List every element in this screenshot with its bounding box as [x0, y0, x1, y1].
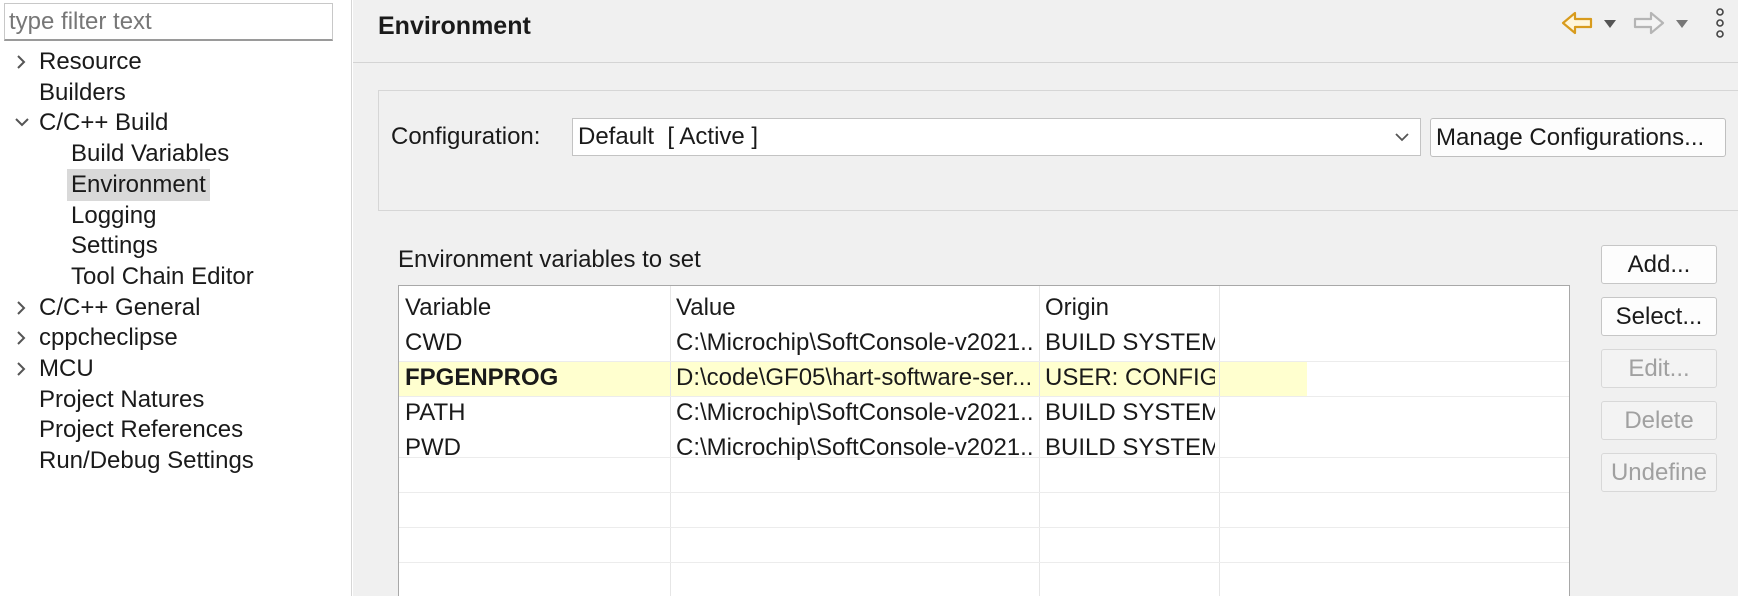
tree-item-label: MCU [39, 355, 94, 382]
tree-item-logging[interactable]: Logging [0, 200, 160, 232]
manage-configurations-button[interactable]: Manage Configurations... [1430, 118, 1726, 157]
page-header: Environment [353, 0, 1738, 63]
row-divider [399, 527, 1569, 528]
tree-item-label: C/C++ General [39, 294, 201, 321]
tree-item-label: Logging [71, 202, 157, 229]
property-page: Environment Configuration: Default [ Act… [353, 0, 1738, 596]
row-divider [399, 562, 1569, 563]
column-header-value[interactable]: Value [676, 291, 736, 325]
tree-item-label: Resource [39, 48, 142, 75]
chevron-down-icon[interactable] [12, 107, 32, 139]
edit-button[interactable]: Edit... [1601, 349, 1717, 388]
configuration-select[interactable]: Default [ Active ] [572, 118, 1421, 156]
arrow-right-icon[interactable] [1633, 10, 1665, 36]
tree-item-project-references[interactable]: Project References [0, 414, 247, 446]
tree-item-label: Builders [39, 79, 126, 106]
filter-input[interactable] [4, 3, 333, 41]
tree-item-label: Settings [71, 232, 158, 259]
table-row-value[interactable]: C:\Microchip\SoftConsole-v2021... [676, 326, 1034, 360]
table-row-value[interactable]: C:\Microchip\SoftConsole-v2021... [676, 431, 1034, 465]
tree-item-label: Project Natures [39, 386, 205, 413]
table-row-variable[interactable]: PWD [405, 431, 665, 465]
arrow-left-icon[interactable] [1561, 10, 1593, 36]
chevron-down-icon[interactable] [1394, 119, 1410, 166]
chevron-right-icon[interactable] [12, 322, 32, 354]
page-title: Environment [378, 12, 531, 40]
chevron-right-icon[interactable] [12, 292, 32, 324]
tree-item-label: C/C++ Build [39, 109, 169, 136]
table-row-variable[interactable]: CWD [405, 326, 665, 360]
tree-item-settings[interactable]: Settings [0, 230, 162, 262]
tree-item-resource[interactable]: Resource [0, 46, 146, 78]
preferences-tree-pane: Resource Builders C/C++ Build Build Vari… [0, 0, 352, 596]
column-divider [1039, 286, 1040, 596]
table-row-variable[interactable]: FPGENPROG [405, 361, 665, 395]
tree-item-label: Run/Debug Settings [39, 447, 254, 474]
env-variables-label: Environment variables to set [398, 246, 701, 273]
select-button[interactable]: Select... [1601, 297, 1717, 336]
table-row-origin[interactable]: BUILD SYSTEM [1045, 431, 1215, 465]
tree-item-label: Tool Chain Editor [71, 263, 254, 290]
table-row-origin[interactable]: BUILD SYSTEM [1045, 396, 1215, 430]
delete-button[interactable]: Delete [1601, 401, 1717, 440]
chevron-right-icon[interactable] [12, 353, 32, 385]
tree-item-label: Build Variables [71, 140, 230, 167]
forward-dropdown-icon[interactable] [1675, 16, 1689, 42]
tree-item-builders[interactable]: Builders [0, 77, 130, 109]
column-header-variable[interactable]: Variable [405, 291, 491, 325]
tree-item-environment[interactable]: Environment [0, 169, 210, 201]
tree-item-label: Project References [39, 416, 244, 443]
tree-item-cppcheclipse[interactable]: cppcheclipse [0, 322, 182, 354]
undefine-button[interactable]: Undefine [1601, 453, 1717, 492]
configuration-label: Configuration: [391, 123, 541, 150]
env-variables-table[interactable]: Variable Value Origin CWD C:\Microchip\S… [398, 285, 1570, 596]
tree-item-mcu[interactable]: MCU [0, 353, 98, 385]
row-divider [399, 492, 1569, 493]
kebab-menu-icon[interactable] [1714, 8, 1726, 38]
column-header-origin[interactable]: Origin [1045, 291, 1109, 325]
tree-item-run-debug-settings[interactable]: Run/Debug Settings [0, 445, 258, 477]
chevron-right-icon[interactable] [12, 46, 32, 78]
tree-item-cc-general[interactable]: C/C++ General [0, 292, 204, 324]
table-row-variable[interactable]: PATH [405, 396, 665, 430]
table-row-origin[interactable]: USER: CONFIG [1045, 361, 1215, 395]
tree-item-label: Environment [67, 169, 210, 201]
column-divider [1219, 286, 1220, 596]
tree-item-cc-build[interactable]: C/C++ Build [0, 107, 172, 139]
tree-item-project-natures[interactable]: Project Natures [0, 384, 208, 416]
tree-item-tool-chain-editor[interactable]: Tool Chain Editor [0, 261, 258, 293]
configuration-value: Default [ Active ] [578, 123, 759, 150]
table-row-origin[interactable]: BUILD SYSTEM [1045, 326, 1215, 360]
tree-item-build-variables[interactable]: Build Variables [0, 138, 233, 170]
add-button[interactable]: Add... [1601, 245, 1717, 284]
column-divider [670, 286, 671, 596]
table-row-value[interactable]: C:\Microchip\SoftConsole-v2021... [676, 396, 1034, 430]
table-row-value[interactable]: D:\code\GF05\hart-software-ser... [676, 361, 1034, 395]
back-dropdown-icon[interactable] [1603, 16, 1617, 42]
tree-item-label: cppcheclipse [39, 324, 178, 351]
